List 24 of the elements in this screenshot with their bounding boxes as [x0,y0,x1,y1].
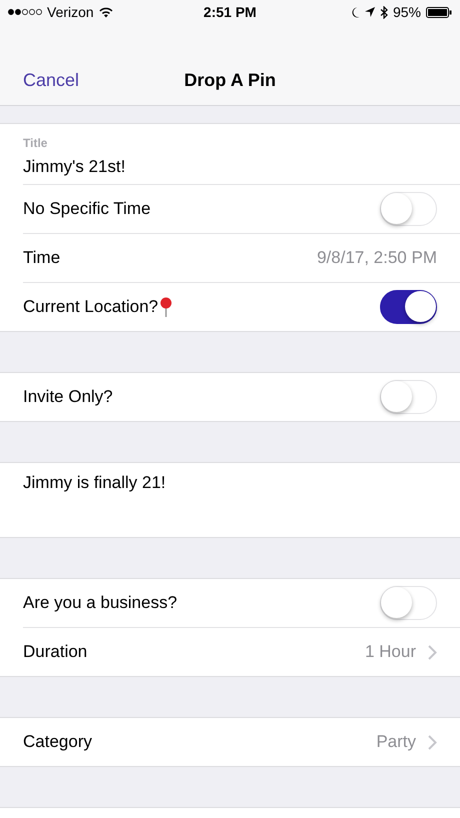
bluetooth-icon [380,6,388,18]
row-label: Are you a business? [23,593,178,613]
row-label: No Specific Time [23,199,151,219]
moon-icon [350,6,360,18]
description-text[interactable]: Jimmy is finally 21! [23,473,166,492]
cancel-button[interactable]: Cancel [23,70,80,91]
signal-icon [8,9,42,15]
row-label: Category [23,732,92,752]
field-label: Title [23,136,48,150]
carrier-name: Verizon [47,4,94,20]
row-label: Time [23,248,60,268]
chevron-icon [428,644,437,660]
title-input[interactable]: Jimmy's 21st! [23,156,126,176]
battery-icon [426,6,452,18]
row-label: Invite Only? [23,387,113,407]
nav-title: Drop A Pin [184,70,276,91]
row-label: Duration [23,642,88,662]
row-label: Current Location? [23,297,158,317]
wifi-icon [98,6,113,18]
toggle-switch[interactable] [380,290,437,324]
chevron-icon [428,734,437,750]
status-time: 2:51 PM [204,4,256,20]
battery-percent: 95% [392,4,421,20]
location-arrow-icon [364,7,375,17]
